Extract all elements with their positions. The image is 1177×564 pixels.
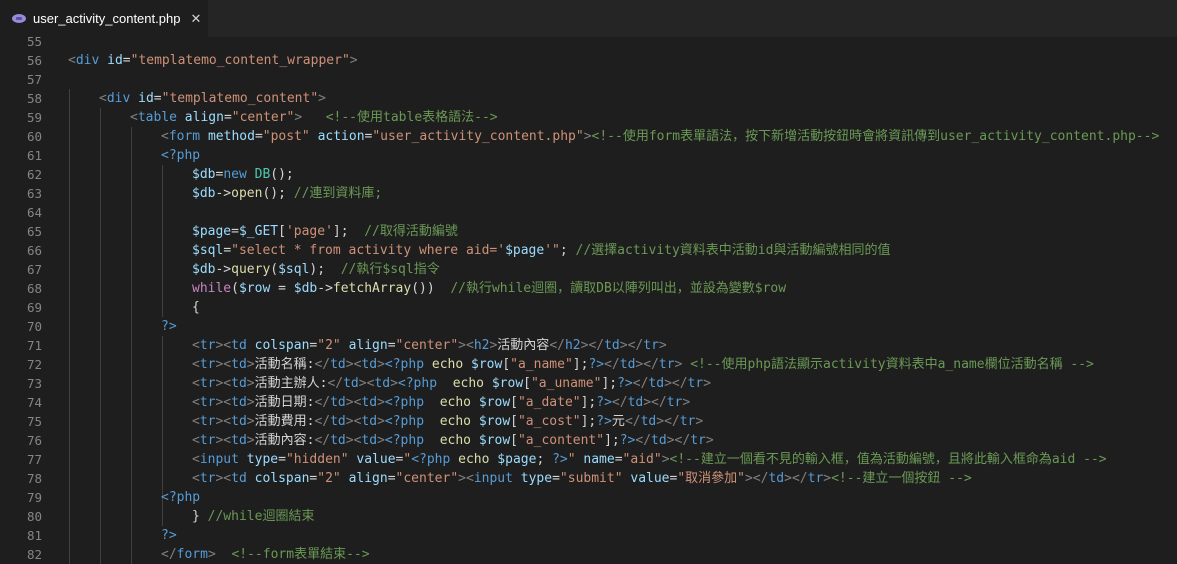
code-text: $sql="select * from activity where aid='… [192, 243, 891, 258]
code-text: <?php [161, 490, 201, 505]
line-number: 79 [26, 490, 42, 505]
code-line: 66 $sql="select * from activity where aid… [0, 241, 1177, 260]
code-line: 64 [0, 203, 1177, 222]
line-number: 55 [26, 34, 42, 49]
line-number: 73 [26, 376, 42, 391]
line-number: 78 [26, 471, 42, 486]
close-icon[interactable]: ✕ [190, 11, 201, 27]
line-number: 72 [26, 357, 42, 372]
code-text: <input type="hidden" value="<?php echo $… [192, 452, 1107, 467]
code-line: 65 $page=$_GET['page']; //取得活動編號 [0, 222, 1177, 241]
line-number: 76 [26, 433, 42, 448]
line-number: 60 [26, 129, 42, 144]
line-number: 82 [26, 547, 42, 562]
code-text: <tr><td>活動日期:</td><td><?php echo $row["a… [192, 395, 691, 410]
line-number: 80 [26, 509, 42, 524]
code-line: 57 [0, 70, 1177, 89]
code-line: 80 } //while迴圈結束 [0, 507, 1177, 526]
line-number: 56 [26, 53, 42, 68]
line-number: 57 [26, 72, 42, 87]
tab-filename: user_activity_content.php [33, 11, 181, 26]
line-number: 77 [26, 452, 42, 467]
code-line: 74 <tr><td>活動日期:</td><td><?php echo $row[… [0, 393, 1177, 412]
code-line: 56 <div id="templatemo_content_wrapper"> [0, 51, 1177, 70]
code-line: 69 { [0, 298, 1177, 317]
line-number: 62 [26, 167, 42, 182]
line-number: 66 [26, 243, 42, 258]
code-line: 63 $db->open(); //連到資料庫; [0, 184, 1177, 203]
code-line: 71 <tr><td colspan="2" align="center"><h2… [0, 336, 1177, 355]
line-number: 63 [26, 186, 42, 201]
code-line: 60 <form method="post" action="user_activ… [0, 127, 1177, 146]
code-line: 73 <tr><td>活動主辦人:</td><td><?php echo $row… [0, 374, 1177, 393]
code-text: while($row = $db->fetchArray()) //執行whil… [192, 281, 787, 296]
code-line: 79 <?php [0, 488, 1177, 507]
line-number: 59 [26, 110, 42, 125]
code-line: 75 <tr><td>活動費用:</td><td><?php echo $row[… [0, 412, 1177, 431]
code-text: <tr><td colspan="2" align="center"><h2>活… [192, 338, 667, 353]
code-text: <table align="center"> <!--使用table表格語法--… [130, 110, 498, 125]
line-number: 74 [26, 395, 42, 410]
code-line: 58 <div id="templatemo_content"> [0, 89, 1177, 108]
code-line: 81 ?> [0, 526, 1177, 545]
php-elephant-icon [12, 14, 26, 23]
code-text: $db->query($sql); //執行$sql指令 [192, 262, 440, 277]
code-text: ?> [161, 319, 177, 334]
code-line: 55 [0, 32, 1177, 51]
line-number: 67 [26, 262, 42, 277]
line-number: 68 [26, 281, 42, 296]
code-line: 61 <?php [0, 146, 1177, 165]
code-text: <tr><td>活動費用:</td><td><?php echo $row["a… [192, 414, 704, 429]
line-number: 70 [26, 319, 42, 334]
code-line: 78 <tr><td colspan="2" align="center"><in… [0, 469, 1177, 488]
code-text: <tr><td>活動內容:</td><td><?php echo $row["a… [192, 433, 714, 448]
code-line: 72 <tr><td>活動名稱:</td><td><?php echo $row[… [0, 355, 1177, 374]
code-text: $db=new DB(); [192, 167, 294, 182]
line-number: 71 [26, 338, 42, 353]
code-text: <tr><td>活動名稱:</td><td><?php echo $row["a… [192, 357, 1094, 372]
code-line: 62 $db=new DB(); [0, 165, 1177, 184]
code-text: } //while迴圈結束 [192, 509, 315, 524]
code-line: 77 <input type="hidden" value="<?php echo… [0, 450, 1177, 469]
code-text: $db->open(); //連到資料庫; [192, 186, 383, 201]
code-text: ?> [161, 528, 177, 543]
code-text: <tr><td>活動主辦人:</td><td><?php echo $row["… [192, 376, 712, 391]
line-number: 58 [26, 91, 42, 106]
line-number: 64 [26, 205, 42, 220]
line-number: 61 [26, 148, 42, 163]
code-text: <div id="templatemo_content"> [99, 91, 326, 106]
line-number: 65 [26, 224, 42, 239]
code-text: { [192, 300, 200, 315]
code-line: 82 </form> <!--form表單結束--> [0, 545, 1177, 564]
code-text: <tr><td colspan="2" align="center"><inpu… [192, 471, 972, 486]
code-line: 67 $db->query($sql); //執行$sql指令 [0, 260, 1177, 279]
code-line: 59 <table align="center"> <!--使用table表格語法… [0, 108, 1177, 127]
code-text: </form> <!--form表單結束--> [161, 547, 370, 562]
code-text: $page=$_GET['page']; //取得活動編號 [192, 224, 458, 239]
line-number: 69 [26, 300, 42, 315]
code-text: <?php [161, 148, 201, 163]
line-number: 75 [26, 414, 42, 429]
line-number: 81 [26, 528, 42, 543]
code-line: 70 ?> [0, 317, 1177, 336]
code-line: 76 <tr><td>活動內容:</td><td><?php echo $row[… [0, 431, 1177, 450]
code-text: <div id="templatemo_content_wrapper"> [68, 53, 358, 68]
code-line: 68 while($row = $db->fetchArray()) //執行wh… [0, 279, 1177, 298]
code-text: <form method="post" action="user_activit… [161, 129, 1160, 144]
